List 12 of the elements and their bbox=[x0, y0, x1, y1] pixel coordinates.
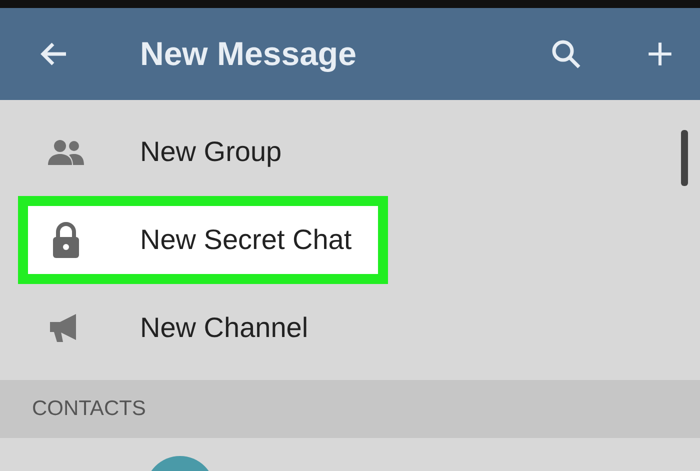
menu-item[interactable]: New Group bbox=[18, 108, 682, 196]
menu-label: New Group bbox=[140, 136, 282, 168]
menu-label: New Channel bbox=[140, 312, 308, 344]
screen-title: New Message bbox=[140, 35, 358, 73]
menu-label: New Secret Chat bbox=[140, 224, 352, 256]
search-icon[interactable] bbox=[550, 38, 582, 70]
menu-item[interactable]: New Secret Chat bbox=[18, 196, 388, 284]
plus-icon[interactable] bbox=[646, 40, 674, 68]
people-icon bbox=[46, 138, 86, 166]
scrollbar[interactable] bbox=[681, 130, 688, 186]
menu-item[interactable]: New Channel bbox=[18, 284, 682, 372]
section-header: CONTACTS bbox=[32, 397, 146, 421]
